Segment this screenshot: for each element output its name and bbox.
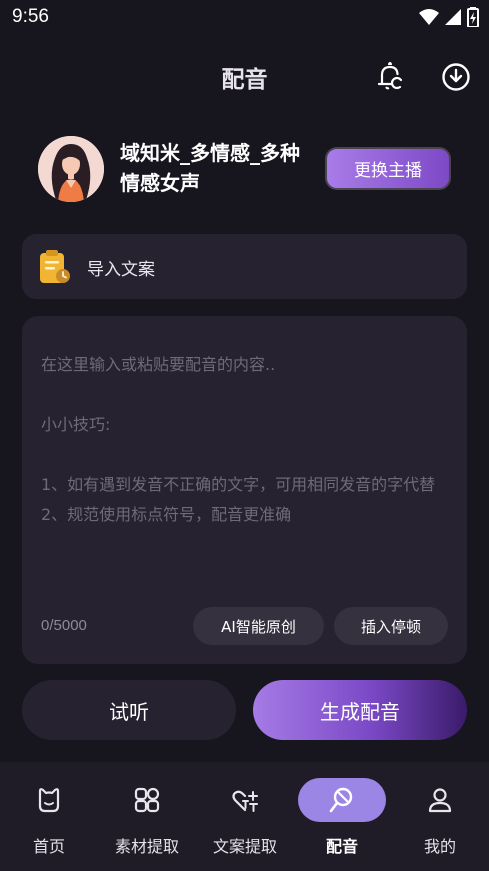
preview-button[interactable]: 试听	[22, 680, 236, 740]
nav-item-profile[interactable]: 我的	[391, 762, 489, 871]
battery-icon	[467, 7, 479, 27]
female-avatar-illustration	[38, 136, 104, 202]
status-icons	[419, 7, 479, 27]
nav-label: 素材提取	[114, 837, 179, 856]
editor-placeholder: 在这里输入或粘贴要配音的内容.. 小小技巧: 1、如有遇到发音不正确的文字，可用…	[41, 355, 436, 524]
dubbing-icon	[329, 787, 353, 813]
home-icon	[38, 788, 60, 813]
status-time: 9:56	[12, 6, 49, 27]
import-text-label: 导入文案	[87, 260, 155, 280]
nav-label: 首页	[32, 837, 65, 856]
voice-avatar	[38, 136, 104, 202]
signal-icon	[445, 9, 461, 25]
voice-name: 域知米_多情感_多种情感女声	[120, 141, 300, 195]
clipboard-icon	[40, 250, 70, 283]
nav-label: 我的	[423, 837, 456, 856]
download-icon	[442, 63, 470, 91]
nav-icon-wrap	[5, 778, 93, 822]
page-title: 配音	[221, 67, 268, 93]
profile-icon	[428, 788, 452, 813]
insert-pause-button[interactable]: 插入停顿	[334, 607, 448, 645]
char-count: 0/5000	[41, 617, 87, 634]
nav-icon-wrap-active	[298, 778, 386, 822]
wifi-icon	[419, 9, 439, 25]
material-icon	[134, 787, 160, 813]
bell-icon	[377, 61, 403, 90]
bottom-nav: 首页 素材提取 文案提取 配音 我的	[0, 762, 489, 871]
import-text-card[interactable]: 导入文案	[22, 234, 467, 299]
nav-item-dubbing[interactable]: 配音	[293, 762, 391, 871]
nav-icon-wrap	[103, 778, 191, 822]
nav-label: 文案提取	[212, 837, 277, 856]
nav-item-text-extract[interactable]: 文案提取	[196, 762, 294, 871]
nav-label: 配音	[325, 837, 358, 856]
nav-item-material[interactable]: 素材提取	[98, 762, 196, 871]
switch-voice-button[interactable]: 更换主播	[325, 147, 451, 190]
notification-button[interactable]	[375, 61, 405, 92]
status-bar: 9:56	[0, 0, 489, 34]
text-extract-icon	[232, 790, 258, 812]
download-button[interactable]	[441, 62, 471, 92]
ai-original-button[interactable]: AI智能原创	[193, 607, 324, 645]
generate-dubbing-button[interactable]: 生成配音	[253, 680, 467, 740]
script-editor[interactable]: 在这里输入或粘贴要配音的内容.. 小小技巧: 1、如有遇到发音不正确的文字，可用…	[22, 316, 467, 664]
nav-icon-wrap	[396, 778, 484, 822]
nav-item-home[interactable]: 首页	[0, 762, 98, 871]
nav-icon-wrap	[201, 778, 289, 822]
